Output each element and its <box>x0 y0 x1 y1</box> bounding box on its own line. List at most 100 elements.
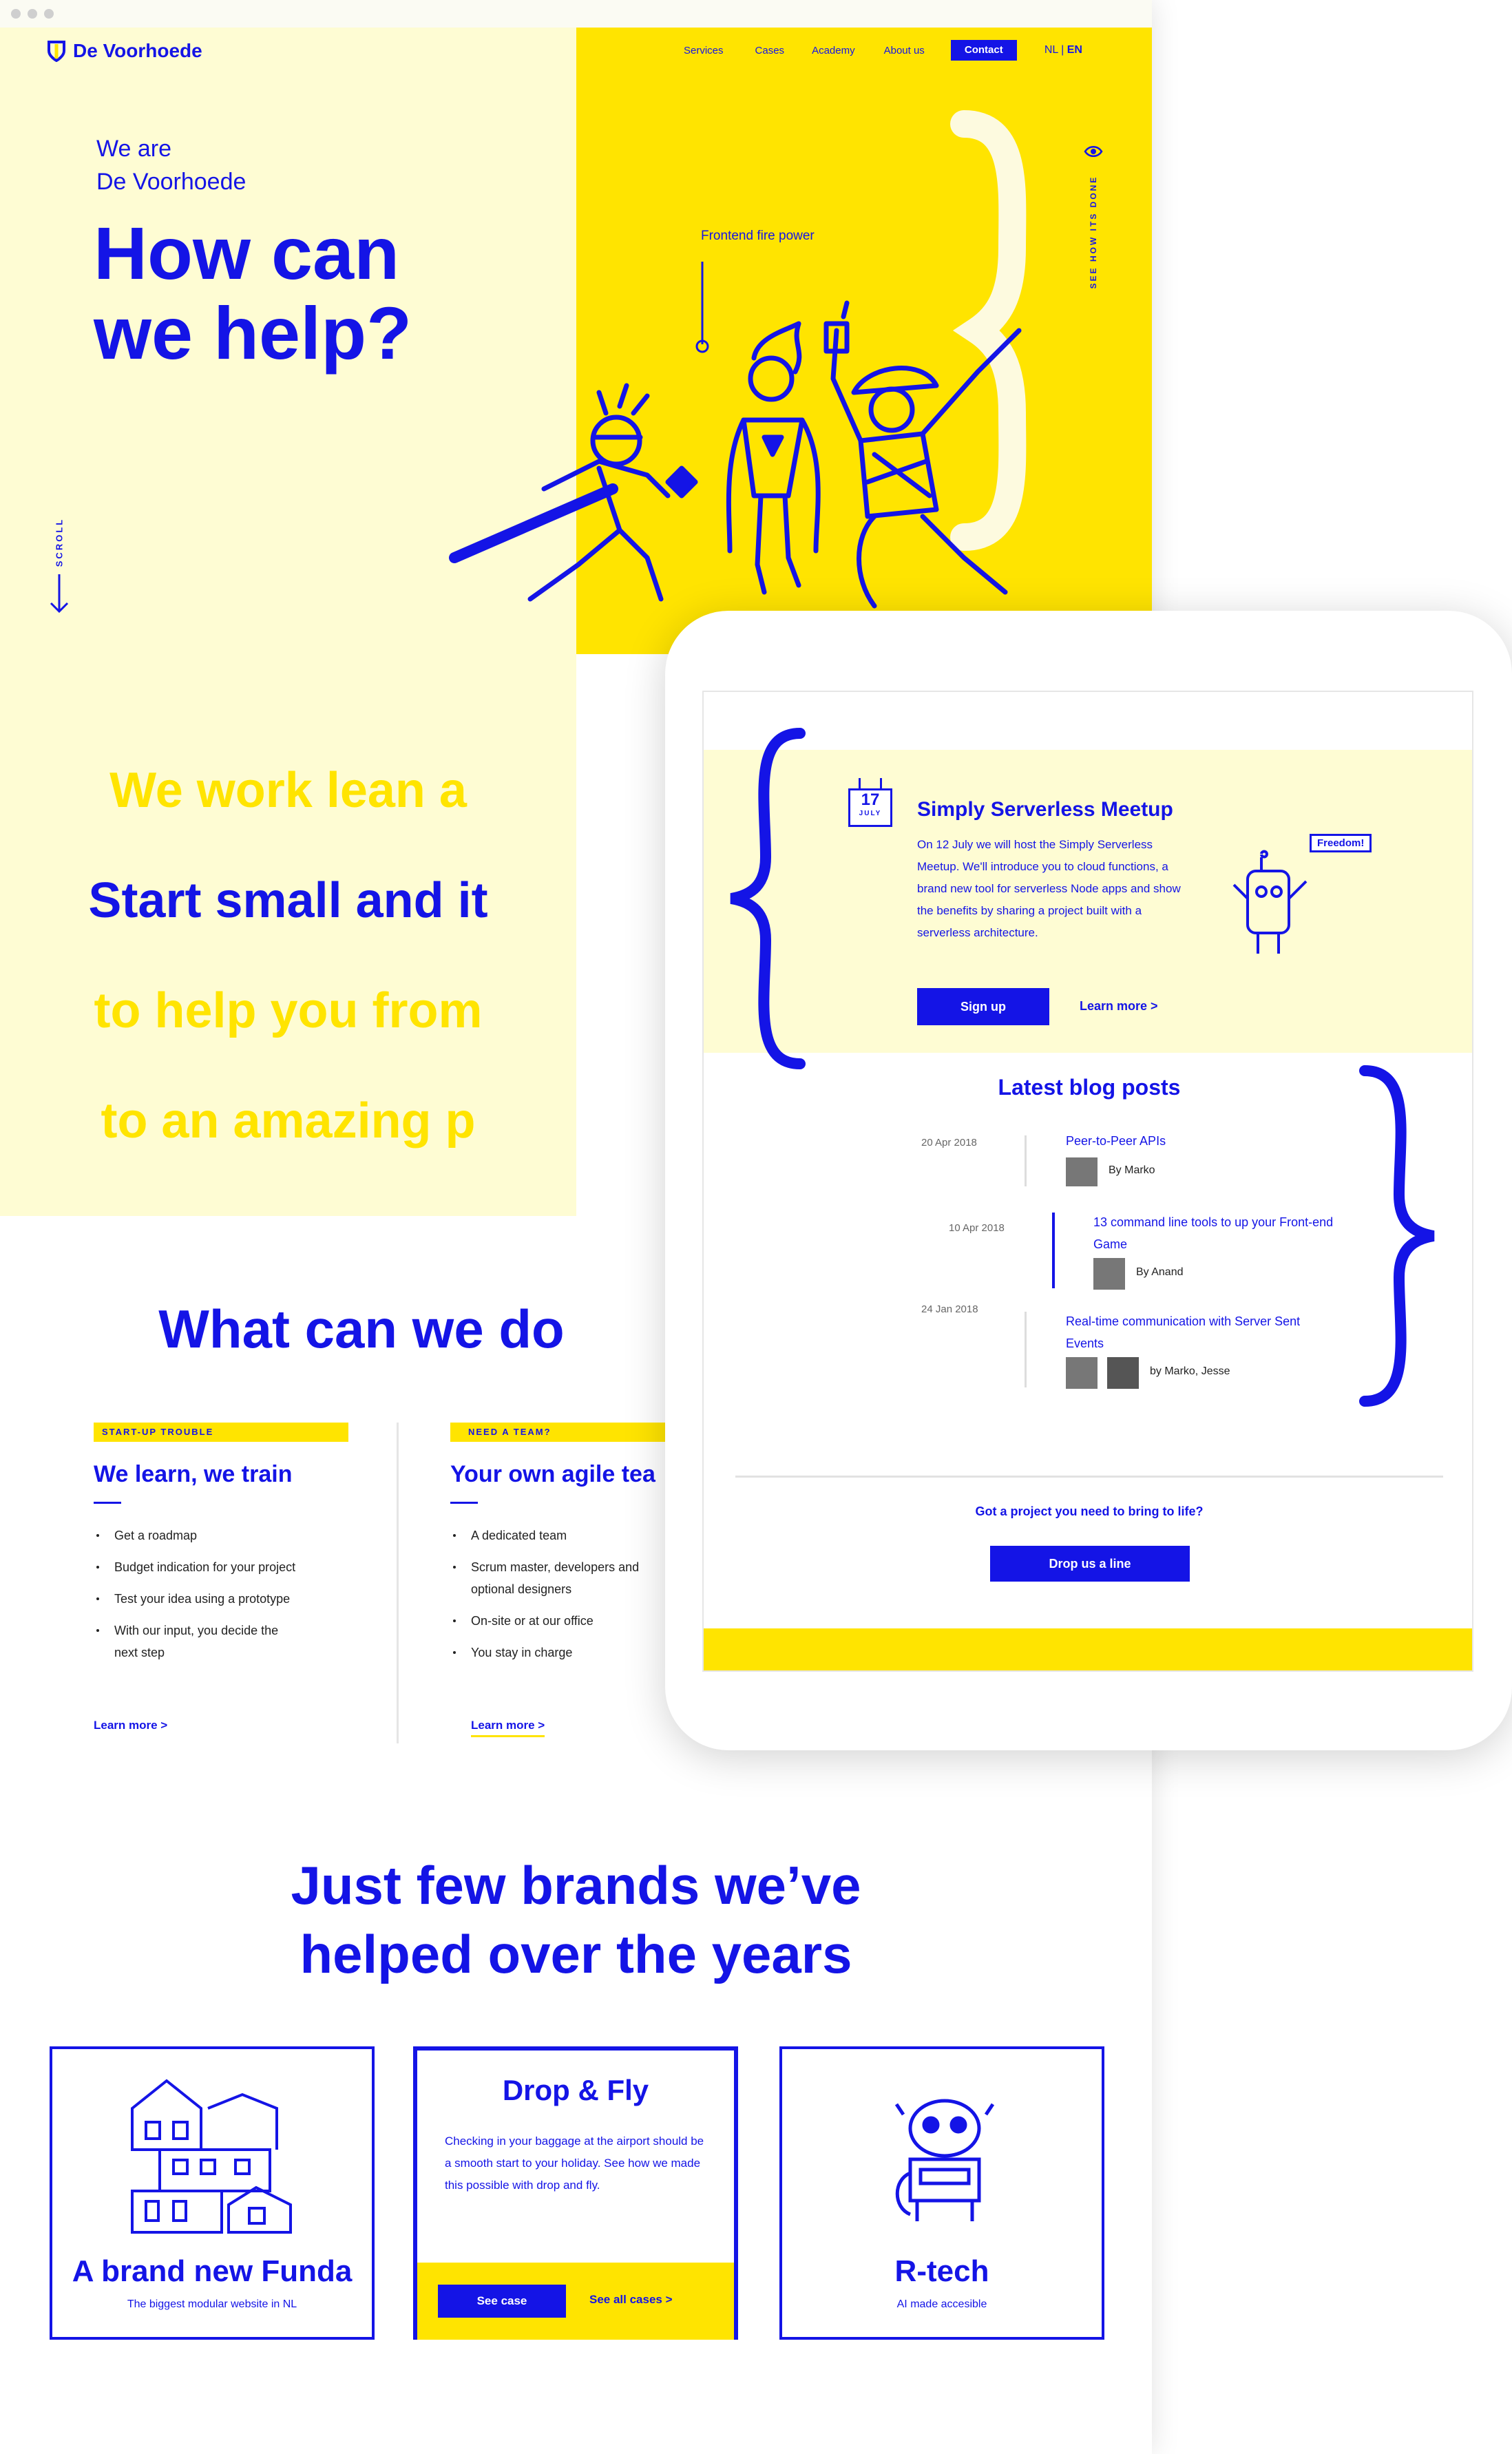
post-date: 24 Jan 2018 <box>921 1303 978 1315</box>
post-date: 10 Apr 2018 <box>949 1222 1005 1234</box>
vertical-link-label: SEE HOW ITS DONE <box>1089 175 1098 289</box>
lang-nl[interactable]: NL <box>1044 44 1058 56</box>
post-title[interactable]: Peer-to-Peer APIs <box>1066 1134 1166 1149</box>
see-all-cases-link[interactable]: See all cases > <box>589 2293 673 2307</box>
houses-illustration-icon <box>131 2079 292 2234</box>
bullet-item: Test your idea using a prototype <box>94 1588 300 1610</box>
event-title: Simply Serverless Meetup <box>917 798 1173 821</box>
service-title: We learn, we train <box>94 1461 293 1487</box>
bullet-item: With our input, you decide the next step <box>94 1619 300 1664</box>
drop-us-a-line-button[interactable]: Drop us a line <box>990 1546 1190 1582</box>
superheroes-illustration-icon <box>449 300 1022 609</box>
brand-subtitle: The biggest modular website in NL <box>127 2298 297 2310</box>
scroll-indicator[interactable]: SCROLL <box>45 510 73 614</box>
browser-chrome <box>0 0 1152 28</box>
divider <box>450 1502 478 1504</box>
logo-text: De Voorhoede <box>73 40 202 61</box>
timeline-line-active <box>1052 1213 1055 1288</box>
post-author: By Marko <box>1109 1164 1155 1176</box>
bullet-item: Scrum master, developers and optional de… <box>450 1556 671 1600</box>
timeline-line <box>1025 1135 1027 1186</box>
left-brace-icon <box>730 728 806 1069</box>
lean-line: to help you from <box>94 983 483 1038</box>
lang-separator: | <box>1058 44 1067 56</box>
brand-card-funda[interactable]: A brand new Funda The biggest modular we… <box>50 2046 375 2340</box>
post-author: by Marko, Jesse <box>1150 1365 1230 1377</box>
cta-question: Got a project you need to bring to life? <box>975 1504 1204 1518</box>
divider <box>735 1476 1443 1478</box>
see-how-its-done-link[interactable]: SEE HOW ITS DONE <box>1080 145 1107 296</box>
bullet-dot-icon <box>453 1619 456 1622</box>
event-description: On 12 July we will host the Simply Serve… <box>917 838 1181 939</box>
hero-title-line: How can <box>94 211 400 295</box>
lang-en[interactable]: EN <box>1067 44 1082 56</box>
calendar-icon: 17 JULY <box>848 778 892 827</box>
robot-freedom-icon <box>1232 850 1308 954</box>
bullet-item: On-site or at our office <box>450 1610 684 1632</box>
illustration-caption: Frontend fire power <box>701 229 815 243</box>
brand-card-drop-and-fly[interactable]: Drop & Fly Checking in your baggage at t… <box>413 2046 738 2340</box>
nav-academy[interactable]: Academy <box>812 45 855 56</box>
window-dot-icon[interactable] <box>11 9 21 19</box>
nav-about[interactable]: About us <box>884 45 925 56</box>
bullet-dot-icon <box>96 1566 99 1569</box>
brand-title: A brand new Funda <box>72 2254 353 2288</box>
scroll-label: SCROLL <box>54 517 65 567</box>
nav-services[interactable]: Services <box>684 45 724 56</box>
language-switch: NL | EN <box>1044 44 1082 56</box>
author-avatar <box>1066 1157 1098 1186</box>
bullet-dot-icon <box>453 1534 456 1537</box>
service-bullets: A dedicated team Scrum master, developer… <box>450 1524 684 1664</box>
post-date: 20 Apr 2018 <box>921 1137 977 1149</box>
brand-title: Drop & Fly <box>502 2074 649 2106</box>
services-title: What can we do <box>158 1299 565 1359</box>
timeline-line <box>1025 1312 1027 1387</box>
author-avatar <box>1107 1357 1139 1389</box>
hero-intro-line: We are <box>96 136 171 162</box>
bullet-item: A dedicated team <box>450 1524 684 1546</box>
main-nav: Services Cases Academy About us Contact … <box>684 40 1082 61</box>
brand-card-rtech[interactable]: R-tech AI made accesible <box>779 2046 1104 2340</box>
calendar-month: JULY <box>859 810 882 817</box>
shield-logo-icon <box>48 41 65 62</box>
bullet-dot-icon <box>96 1534 99 1537</box>
post-title[interactable]: 13 command line tools to up your Front-e… <box>1093 1211 1341 1255</box>
post-title[interactable]: Real-time communication with Server Sent… <box>1066 1310 1327 1354</box>
lean-line: Start small and it <box>88 873 488 928</box>
arrow-down-icon <box>50 574 69 614</box>
service-learn-more-link[interactable]: Learn more > <box>94 1719 167 1732</box>
brands-title-line: Just few brands we’ve <box>291 1855 861 1916</box>
site-logo[interactable]: De Voorhoede <box>47 37 253 65</box>
service-bullets: Get a roadmap Budget indication for your… <box>94 1524 348 1664</box>
window-dot-icon[interactable] <box>28 9 37 19</box>
service-title: Your own agile tea <box>450 1461 655 1487</box>
brand-subtitle: AI made accesible <box>896 2298 987 2310</box>
service-tag: NEED A TEAM? <box>450 1423 684 1442</box>
service-learn-more-link[interactable]: Learn more > <box>471 1719 545 1737</box>
contact-button[interactable]: Contact <box>950 40 1017 61</box>
hero-title: How can we help? <box>94 213 412 373</box>
hero-title-line: we help? <box>94 291 412 375</box>
bullet-item: Budget indication for your project <box>94 1556 300 1578</box>
bullet-dot-icon <box>96 1629 99 1632</box>
divider <box>94 1502 121 1504</box>
hero-intro-line: De Voorhoede <box>96 169 246 195</box>
right-brace-icon <box>1359 1065 1435 1407</box>
event-learn-more-link[interactable]: Learn more > <box>1080 999 1158 1014</box>
brands-title: Just few brands we’ve helped over the ye… <box>0 1851 1152 1989</box>
lean-line: We work lean a <box>109 763 467 818</box>
brands-title-line: helped over the years <box>300 1924 852 1984</box>
lean-statement: We work lean a Start small and it to hel… <box>0 735 576 1176</box>
lean-line: to an amazing p <box>101 1093 476 1149</box>
service-card: START-UP TROUBLE We learn, we train Get … <box>94 1423 348 1753</box>
bullet-dot-icon <box>96 1597 99 1600</box>
author-avatar <box>1066 1357 1098 1389</box>
tablet-screen: 17 JULY Simply Serverless Meetup On 12 J… <box>702 691 1473 1672</box>
see-case-button[interactable]: See case <box>438 2285 566 2318</box>
bullet-item: Get a roadmap <box>94 1524 348 1546</box>
nav-cases[interactable]: Cases <box>755 45 785 56</box>
sign-up-button[interactable]: Sign up <box>917 988 1049 1025</box>
window-dot-icon[interactable] <box>44 9 54 19</box>
brand-title: R-tech <box>894 2254 989 2288</box>
bullet-item: You stay in charge <box>450 1642 684 1664</box>
